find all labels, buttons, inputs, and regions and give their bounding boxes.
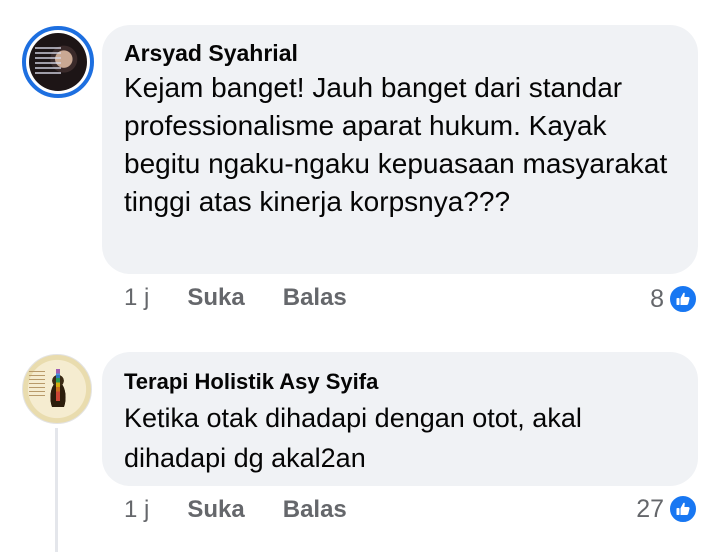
comment-actions: 1 j Suka Balas: [124, 284, 385, 312]
comment-time[interactable]: 1 j: [124, 496, 149, 524]
avatar-image: [29, 33, 87, 91]
comment-terapi-holistik: Terapi Holistik Asy Syifa Ketika otak di…: [0, 342, 720, 552]
comment-bubble: Terapi Holistik Asy Syifa Ketika otak di…: [102, 352, 698, 486]
comment-text: Ketika otak dihadapi dengan otot, akal d…: [124, 403, 582, 473]
reaction-summary[interactable]: 27: [636, 494, 698, 524]
comment-arsyad: Arsyad Syahrial Kejam banget! Jauh bange…: [0, 0, 720, 330]
comment-author[interactable]: Arsyad Syahrial: [124, 37, 676, 69]
avatar[interactable]: [22, 354, 92, 424]
like-thumb-icon: [668, 284, 698, 314]
like-button[interactable]: Suka: [187, 496, 244, 524]
reaction-count: 27: [636, 494, 664, 523]
comment-text: Kejam banget! Jauh banget dari standar p…: [124, 72, 668, 217]
reply-button[interactable]: Balas: [283, 284, 347, 312]
like-button[interactable]: Suka: [187, 284, 244, 312]
comment-actions: 1 j Suka Balas: [124, 496, 385, 524]
comment-bubble: Arsyad Syahrial Kejam banget! Jauh bange…: [102, 25, 698, 274]
reaction-summary[interactable]: 8: [650, 284, 698, 314]
comment-author[interactable]: Terapi Holistik Asy Syifa: [124, 366, 676, 398]
comment-time[interactable]: 1 j: [124, 284, 149, 312]
avatar[interactable]: [22, 26, 94, 98]
reaction-count: 8: [650, 284, 664, 313]
like-thumb-icon: [668, 494, 698, 524]
thread-line: [55, 428, 58, 552]
reply-button[interactable]: Balas: [283, 496, 347, 524]
